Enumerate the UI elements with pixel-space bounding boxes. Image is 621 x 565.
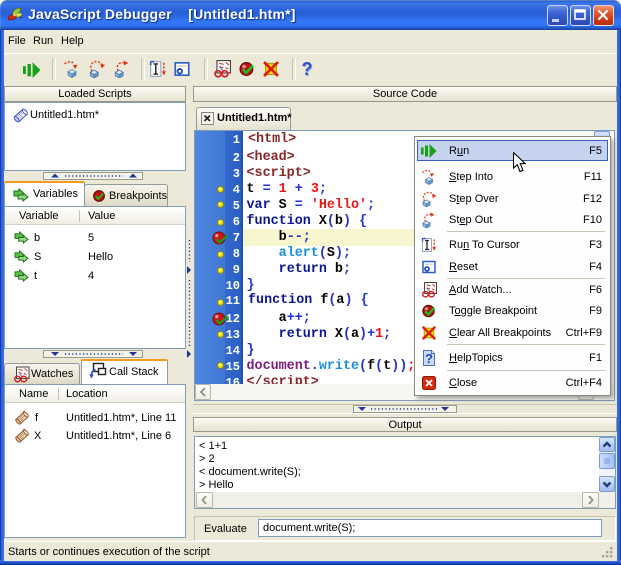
svg-text:?: ?: [302, 60, 313, 78]
svg-text:?: ?: [425, 351, 433, 366]
